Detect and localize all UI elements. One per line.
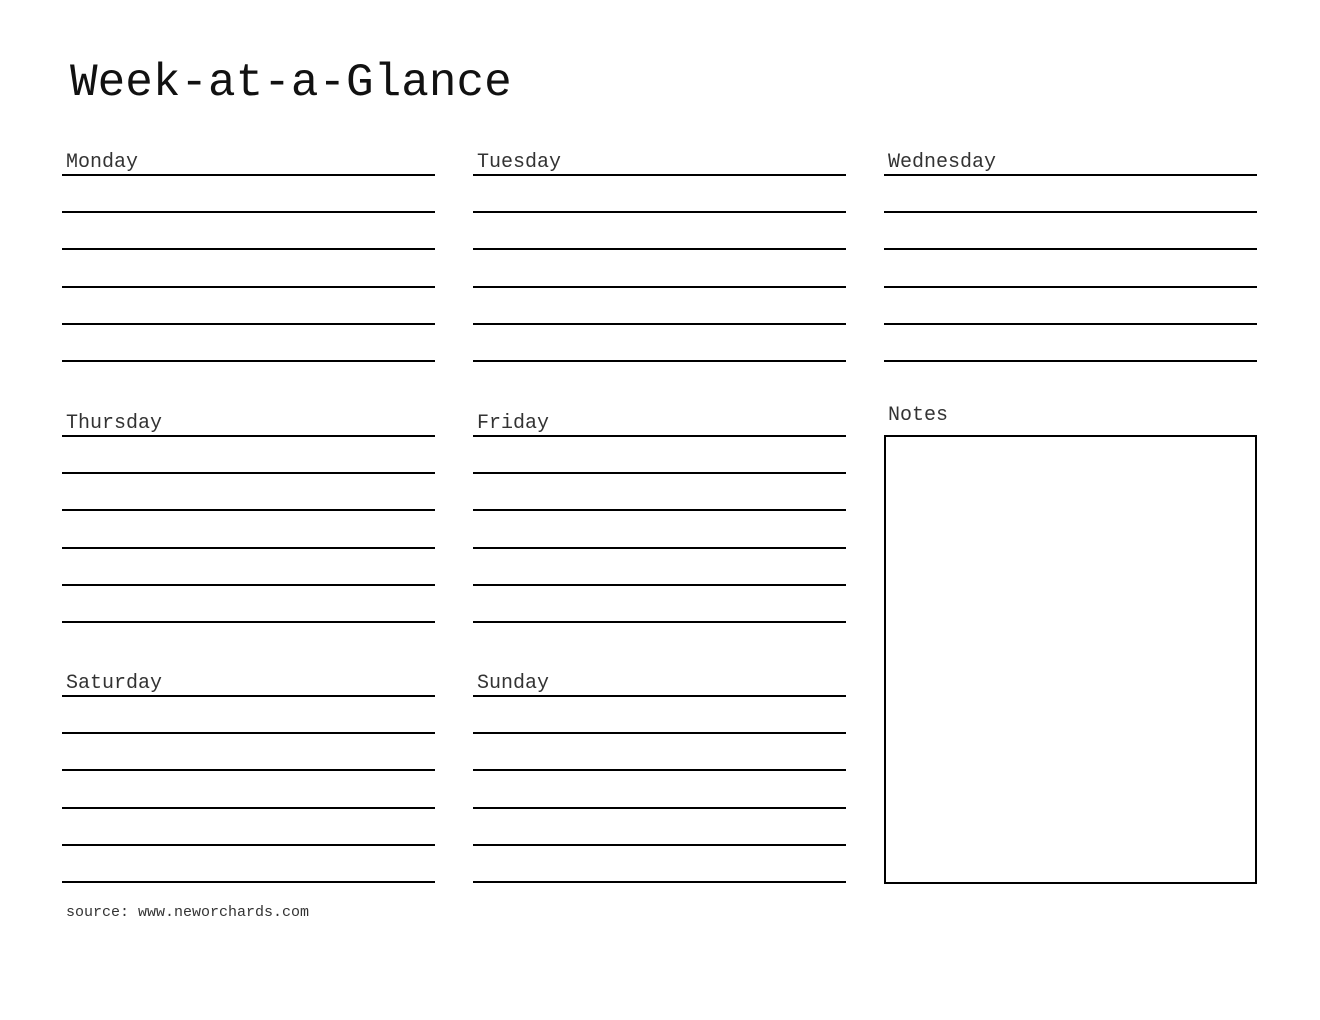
writing-line[interactable] [473,285,846,288]
writing-line[interactable] [884,248,1257,251]
writing-line[interactable] [473,435,846,437]
writing-line[interactable] [473,360,846,362]
writing-line[interactable] [62,211,435,214]
writing-line[interactable] [473,583,846,586]
day-label: Sunday [477,672,550,695]
writing-line[interactable] [473,546,846,549]
writing-line[interactable] [473,881,846,883]
writing-line[interactable] [62,360,435,362]
writing-line[interactable] [473,732,846,735]
notes-box[interactable] [884,435,1257,884]
day-label: Thursday [66,412,163,435]
writing-line[interactable] [473,621,846,623]
source-credit: source: www.neworchards.com [66,904,310,921]
writing-line[interactable] [62,174,435,176]
writing-line[interactable] [473,695,846,697]
writing-line[interactable] [62,881,435,883]
writing-line[interactable] [884,360,1257,362]
writing-line[interactable] [884,285,1257,288]
notes-label: Notes [888,404,949,427]
writing-line[interactable] [62,695,435,697]
day-label: Saturday [66,672,163,695]
writing-line[interactable] [473,322,846,325]
writing-line[interactable] [884,211,1257,214]
writing-line[interactable] [473,806,846,809]
day-label: Friday [477,412,550,435]
writing-line[interactable] [473,174,846,176]
writing-line[interactable] [62,583,435,586]
day-label: Monday [66,151,139,174]
writing-line[interactable] [473,248,846,251]
writing-line[interactable] [62,472,435,475]
writing-line[interactable] [62,285,435,288]
writing-line[interactable] [62,322,435,325]
writing-line[interactable] [473,472,846,475]
writing-line[interactable] [473,509,846,512]
writing-line[interactable] [473,769,846,772]
writing-line[interactable] [62,732,435,735]
writing-line[interactable] [62,435,435,437]
writing-line[interactable] [473,211,846,214]
page-title: Week-at-a-Glance [70,57,512,109]
writing-line[interactable] [62,248,435,251]
writing-line[interactable] [473,843,846,846]
writing-line[interactable] [62,621,435,623]
writing-line[interactable] [884,174,1257,176]
writing-line[interactable] [62,509,435,512]
day-label: Tuesday [477,151,562,174]
writing-line[interactable] [62,769,435,772]
writing-line[interactable] [884,322,1257,325]
writing-line[interactable] [62,843,435,846]
writing-line[interactable] [62,806,435,809]
day-label: Wednesday [888,151,997,174]
writing-line[interactable] [62,546,435,549]
